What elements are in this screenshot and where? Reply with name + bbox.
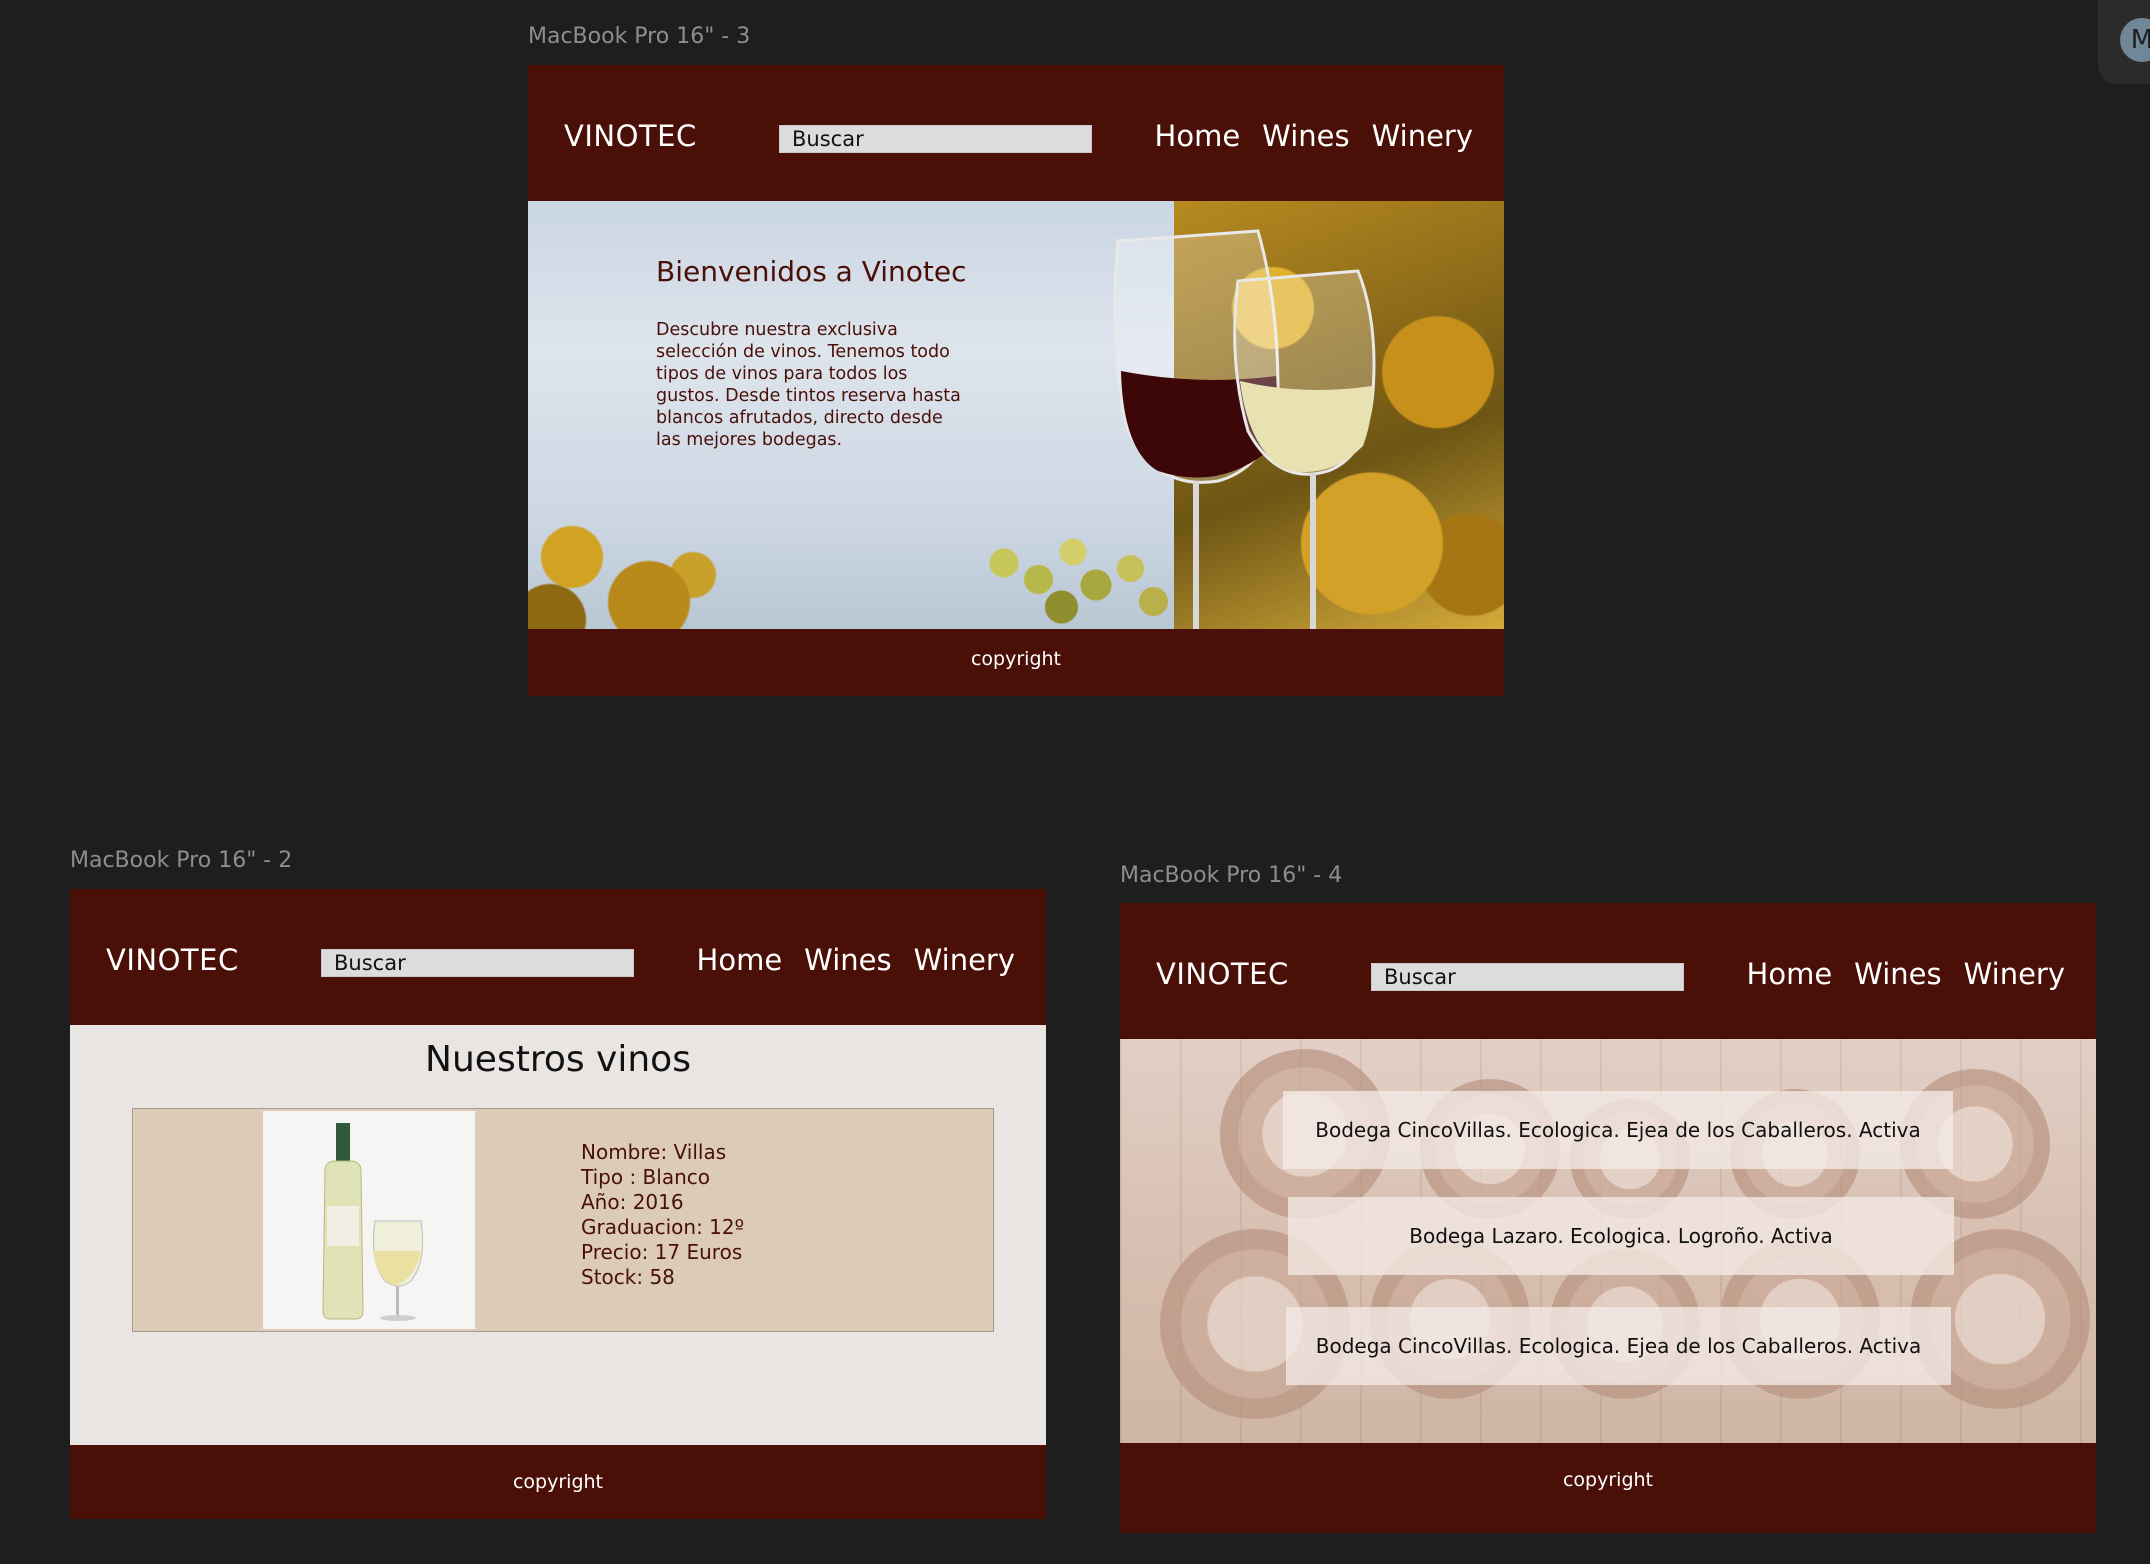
winery-item[interactable]: Bodega CincoVillas. Ecologica. Ejea de l… (1283, 1091, 1953, 1169)
wine-nombre: Nombre: Villas (581, 1140, 727, 1164)
nav-home[interactable]: Home (697, 943, 783, 977)
wine-tipo: Tipo : Blanco (581, 1165, 710, 1189)
main-nav: Home Wines Winery (697, 943, 1015, 977)
wine-bottle-icon (322, 1123, 424, 1321)
footer: copyright (1120, 1443, 2096, 1533)
nav-wines[interactable]: Wines (1854, 957, 1941, 991)
main-nav: Home Wines Winery (1747, 957, 2065, 991)
wines-title: Nuestros vinos (425, 1039, 691, 1080)
winery-section: Bodega CincoVillas. Ecologica. Ejea de l… (1120, 1039, 2096, 1443)
wine-bottle-image (263, 1111, 475, 1329)
logo[interactable]: VINOTEC (106, 943, 239, 977)
wine-details: Nombre: Villas Tipo : Blanco Año: 2016 G… (581, 1140, 744, 1290)
wine-anio: Año: 2016 (581, 1190, 684, 1214)
frame-label-wines[interactable]: MacBook Pro 16" - 2 (70, 848, 292, 873)
copyright-text: copyright (970, 648, 1062, 670)
nav-home[interactable]: Home (1747, 957, 1833, 991)
wine-precio: Precio: 17 Euros (581, 1240, 743, 1264)
main-nav: Home Wines Winery (1155, 119, 1473, 153)
wine-graduacion: Graduacion: 12º (581, 1215, 745, 1239)
frame-wines[interactable]: VINOTEC Home Wines Winery Nuestros vinos (70, 889, 1046, 1519)
frame-winery[interactable]: VINOTEC Home Wines Winery Bodega CincoVi… (1120, 903, 2096, 1533)
search-input[interactable] (779, 125, 1092, 153)
winery-item[interactable]: Bodega CincoVillas. Ecologica. Ejea de l… (1286, 1307, 1951, 1385)
logo[interactable]: VINOTEC (1156, 957, 1289, 991)
footer: copyright (528, 629, 1504, 696)
frame-home[interactable]: VINOTEC Home Wines Winery Bienvenidos a … (528, 65, 1504, 696)
wine-glasses-icon (1113, 229, 1376, 629)
hero-banner: Bienvenidos a Vinotec Descubre nuestra e… (528, 201, 1504, 629)
avatar-panel: M (2098, 0, 2150, 84)
leaves-image (528, 449, 748, 629)
frame-label-winery[interactable]: MacBook Pro 16" - 4 (1120, 863, 1342, 888)
nav-winery[interactable]: Winery (1372, 119, 1473, 153)
wine-card[interactable]: Nombre: Villas Tipo : Blanco Año: 2016 G… (132, 1108, 994, 1332)
header-bar: VINOTEC Home Wines Winery (528, 65, 1504, 201)
frame-label-home[interactable]: MacBook Pro 16" - 3 (528, 24, 750, 49)
nav-winery[interactable]: Winery (1964, 957, 2065, 991)
nav-wines[interactable]: Wines (804, 943, 891, 977)
footer: copyright (70, 1445, 1046, 1519)
search-input[interactable] (1371, 963, 1684, 991)
winery-item[interactable]: Bodega Lazaro. Ecologica. Logroño. Activ… (1288, 1197, 1954, 1275)
copyright-text: copyright (512, 1471, 604, 1493)
search-input[interactable] (321, 949, 634, 977)
wines-section: Nuestros vinos Nombre: Villas Tipo : Bla… (70, 1025, 1046, 1445)
nav-home[interactable]: Home (1155, 119, 1241, 153)
logo[interactable]: VINOTEC (564, 119, 697, 153)
nav-wines[interactable]: Wines (1262, 119, 1349, 153)
hero-title: Bienvenidos a Vinotec (656, 255, 967, 288)
nav-winery[interactable]: Winery (914, 943, 1015, 977)
copyright-text: copyright (1562, 1469, 1654, 1491)
hero-description: Descubre nuestra exclusiva selección de … (656, 320, 961, 450)
avatar[interactable]: M (2120, 18, 2150, 62)
header-bar: VINOTEC Home Wines Winery (1120, 903, 2096, 1039)
wine-stock: Stock: 58 (581, 1265, 675, 1289)
header-bar: VINOTEC Home Wines Winery (70, 889, 1046, 1025)
